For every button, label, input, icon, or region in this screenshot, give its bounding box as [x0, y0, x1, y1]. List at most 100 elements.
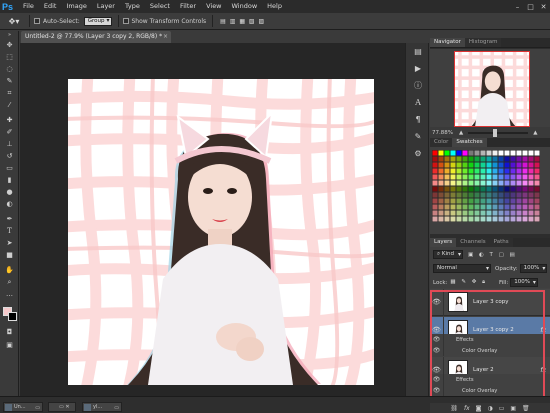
tab-histogram[interactable]: Histogram [464, 38, 502, 47]
auto-select-dropdown[interactable]: Group [83, 16, 112, 26]
blend-mode-dropdown[interactable]: Normal [433, 264, 491, 273]
panel-collapse-icon[interactable]: » [0, 31, 19, 39]
menu-help[interactable]: Help [262, 0, 287, 13]
layer-effect-item[interactable]: 👁︎ Color Overlay [430, 385, 550, 396]
menu-image[interactable]: Image [61, 0, 91, 13]
brush-presets-icon[interactable]: ✎ [406, 128, 430, 145]
filter-icons[interactable]: ▣ ◐ T ▢ ▤ [468, 252, 517, 258]
layer-row[interactable]: 👁︎ Layer 3 copy [430, 288, 550, 316]
marquee-tool-icon[interactable]: ⬚ [0, 51, 19, 63]
gradient-tool-icon[interactable]: ▮ [0, 174, 19, 186]
hand-tool-icon[interactable]: ✋ [0, 264, 19, 276]
add-mask-icon[interactable]: ◙ [476, 405, 482, 412]
brush-tool-icon[interactable]: ✐ [0, 126, 19, 138]
eye-icon[interactable]: 👁︎ [430, 385, 444, 396]
layer-effects-row[interactable]: 👁︎ Effects [430, 374, 550, 385]
layer-kind-filter[interactable]: ⌕ Kind [433, 250, 463, 259]
zoom-value[interactable]: 77.88% [432, 130, 453, 136]
history-brush-tool-icon[interactable]: ↺ [0, 150, 19, 162]
layer-effects-badge[interactable]: fx [540, 327, 546, 334]
adjustment-layer-icon[interactable]: ◑ [487, 405, 492, 412]
tab-swatches[interactable]: Swatches [452, 138, 487, 147]
layer-effect-item[interactable]: 👁︎ Color Overlay [430, 345, 550, 356]
move-tool-icon[interactable]: ✥ [0, 39, 19, 51]
eye-icon[interactable]: 👁︎ [430, 334, 444, 345]
restore-icon[interactable]: ▭ [114, 404, 119, 413]
layer-effects-badge[interactable]: fx [540, 367, 546, 374]
menu-filter[interactable]: Filter [175, 0, 201, 13]
maximize-icon[interactable]: □ [524, 0, 537, 13]
tool-presets-icon[interactable]: ⚙ [406, 145, 430, 162]
screen-mode-icon[interactable]: ▣ [0, 339, 19, 351]
menu-window[interactable]: Window [227, 0, 263, 13]
tab-navigator[interactable]: Navigator [430, 38, 465, 47]
minimized-document-controls[interactable]: ▭ ✕ [48, 402, 76, 412]
background-color-swatch[interactable] [8, 312, 17, 321]
close-icon[interactable]: × [163, 31, 168, 43]
layer-effects-row[interactable]: 👁︎ Effects [430, 334, 550, 345]
path-selection-tool-icon[interactable]: ➤ [0, 237, 19, 249]
healing-brush-tool-icon[interactable]: ✚ [0, 114, 19, 126]
minimized-document[interactable]: Un... ▭ [3, 402, 43, 412]
new-layer-icon[interactable]: ▣ [510, 405, 516, 412]
document-tab[interactable]: Untitled-2 @ 77.9% (Layer 3 copy 2, RGB/… [21, 31, 171, 43]
lasso-tool-icon[interactable]: ◌ [0, 63, 19, 75]
link-layers-icon[interactable]: ⛓︎ [450, 405, 458, 412]
shape-tool-icon[interactable]: ■ [0, 249, 19, 261]
clone-stamp-tool-icon[interactable]: ⊥ [0, 138, 19, 150]
add-style-icon[interactable]: fx [464, 405, 470, 412]
crop-tool-icon[interactable]: ⌗ [0, 87, 19, 99]
quick-select-tool-icon[interactable]: ✎ [0, 75, 19, 87]
navigator-thumbnail[interactable] [454, 51, 530, 127]
tab-layers[interactable]: Layers [430, 238, 457, 247]
transform-controls-checkbox[interactable] [122, 18, 129, 24]
document-workspace[interactable] [20, 43, 420, 396]
paragraph-icon[interactable]: ¶ [406, 111, 430, 128]
menu-edit[interactable]: Edit [39, 0, 62, 13]
align-icons[interactable]: ▤ ▥ ▦ ▧ ▨ [220, 15, 290, 28]
layer-name[interactable]: Layer 2 [473, 367, 540, 373]
opacity-field[interactable]: 100% [519, 264, 548, 273]
type-tool-icon[interactable]: T [0, 225, 19, 237]
eye-icon[interactable]: 👁︎ [430, 374, 444, 385]
menu-type[interactable]: Type [120, 0, 145, 13]
character-icon[interactable]: A [406, 94, 430, 111]
pen-tool-icon[interactable]: ✒ [0, 213, 19, 225]
more-tools-icon[interactable]: … [0, 288, 19, 300]
restore-icon[interactable]: ▭ ✕ [59, 404, 70, 410]
eraser-tool-icon[interactable]: ▭ [0, 162, 19, 174]
info-icon[interactable]: ⓘ [406, 77, 430, 94]
eyedropper-tool-icon[interactable]: ⁄ [0, 99, 19, 111]
zoom-tool-icon[interactable]: ⌕ [0, 276, 19, 288]
zoom-out-icon[interactable]: ▲ [459, 130, 463, 136]
menu-layer[interactable]: Layer [92, 0, 120, 13]
layer-name[interactable]: Layer 3 copy [473, 299, 550, 305]
actions-icon[interactable]: ▶ [406, 60, 430, 77]
menu-file[interactable]: File [18, 0, 39, 13]
blur-tool-icon[interactable]: ● [0, 186, 19, 198]
fill-field[interactable]: 100% [510, 278, 538, 287]
canvas[interactable] [68, 79, 374, 385]
lock-icons[interactable]: ▦ ✎ ✥ 🔒︎ [450, 279, 487, 286]
trash-icon[interactable]: 🗑︎ [522, 405, 530, 412]
dodge-tool-icon[interactable]: ◐ [0, 198, 19, 210]
tab-paths[interactable]: Paths [489, 238, 513, 247]
menu-view[interactable]: View [201, 0, 226, 13]
quick-mask-icon[interactable]: ◘ [0, 326, 19, 338]
auto-select-checkbox[interactable] [34, 18, 40, 24]
menu-select[interactable]: Select [145, 0, 175, 13]
eye-icon[interactable]: 👁︎ [430, 345, 444, 356]
zoom-in-icon[interactable]: ▲ [533, 130, 537, 136]
minimize-icon[interactable]: – [511, 0, 524, 13]
tab-color[interactable]: Color [430, 138, 453, 147]
minimized-document[interactable]: yl... ▭ [82, 402, 122, 412]
close-icon[interactable]: ✕ [537, 0, 550, 13]
tab-channels[interactable]: Channels [456, 238, 490, 247]
swatch[interactable] [534, 216, 540, 222]
eye-icon[interactable]: 👁︎ [430, 288, 444, 316]
move-tool-preset-icon[interactable]: ✥▾ [3, 15, 25, 28]
history-icon[interactable]: ▤ [406, 43, 430, 60]
new-group-icon[interactable]: ▭ [499, 405, 505, 412]
zoom-slider[interactable] [468, 128, 529, 137]
restore-icon[interactable]: ▭ [35, 404, 40, 413]
